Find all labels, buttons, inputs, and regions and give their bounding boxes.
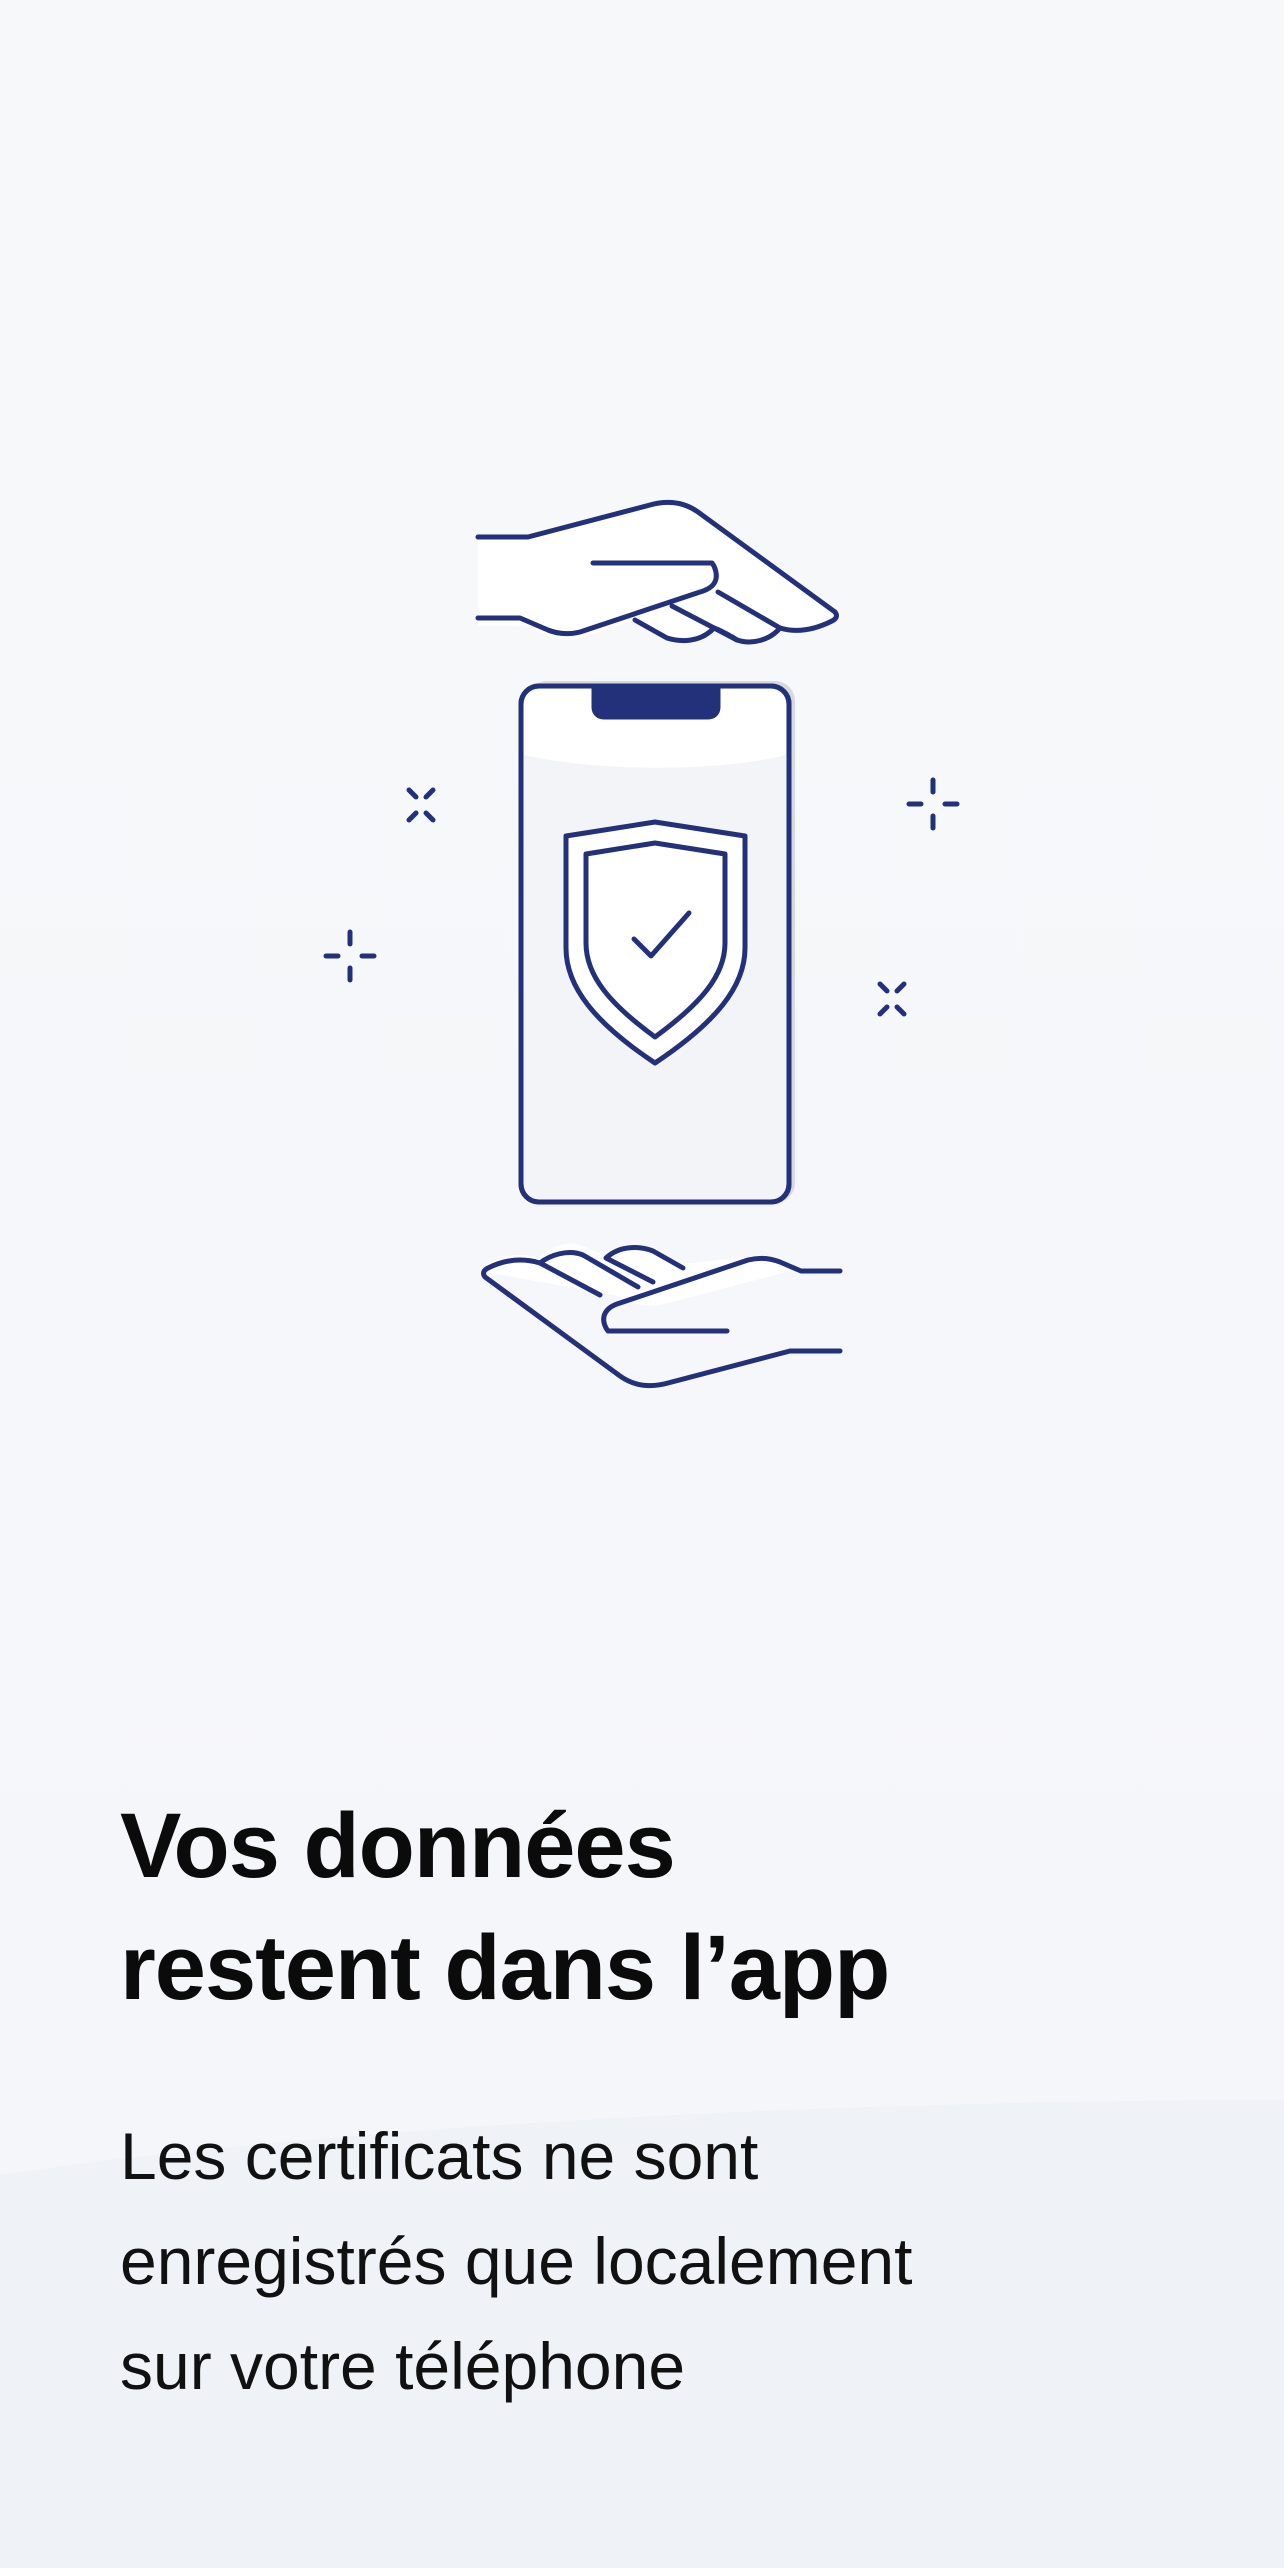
title-line-1: Vos données (120, 1795, 676, 1897)
hand-top-icon (475, 499, 839, 645)
description-line-2: enregistrés que localement (120, 2224, 913, 2298)
description-line-3: sur votre téléphone (120, 2329, 686, 2403)
onboarding-text: Vos données restent dans l’app Les certi… (120, 1785, 1200, 2419)
description: Les certificats ne sont enregistrés que … (120, 2104, 1120, 2419)
page-title: Vos données restent dans l’app (120, 1785, 1200, 2029)
privacy-illustration (323, 499, 960, 1389)
title-line-2: restent dans l’app (120, 1917, 890, 2019)
hand-bottom-icon (481, 1243, 843, 1389)
description-line-1: Les certificats ne sont (120, 2119, 759, 2193)
